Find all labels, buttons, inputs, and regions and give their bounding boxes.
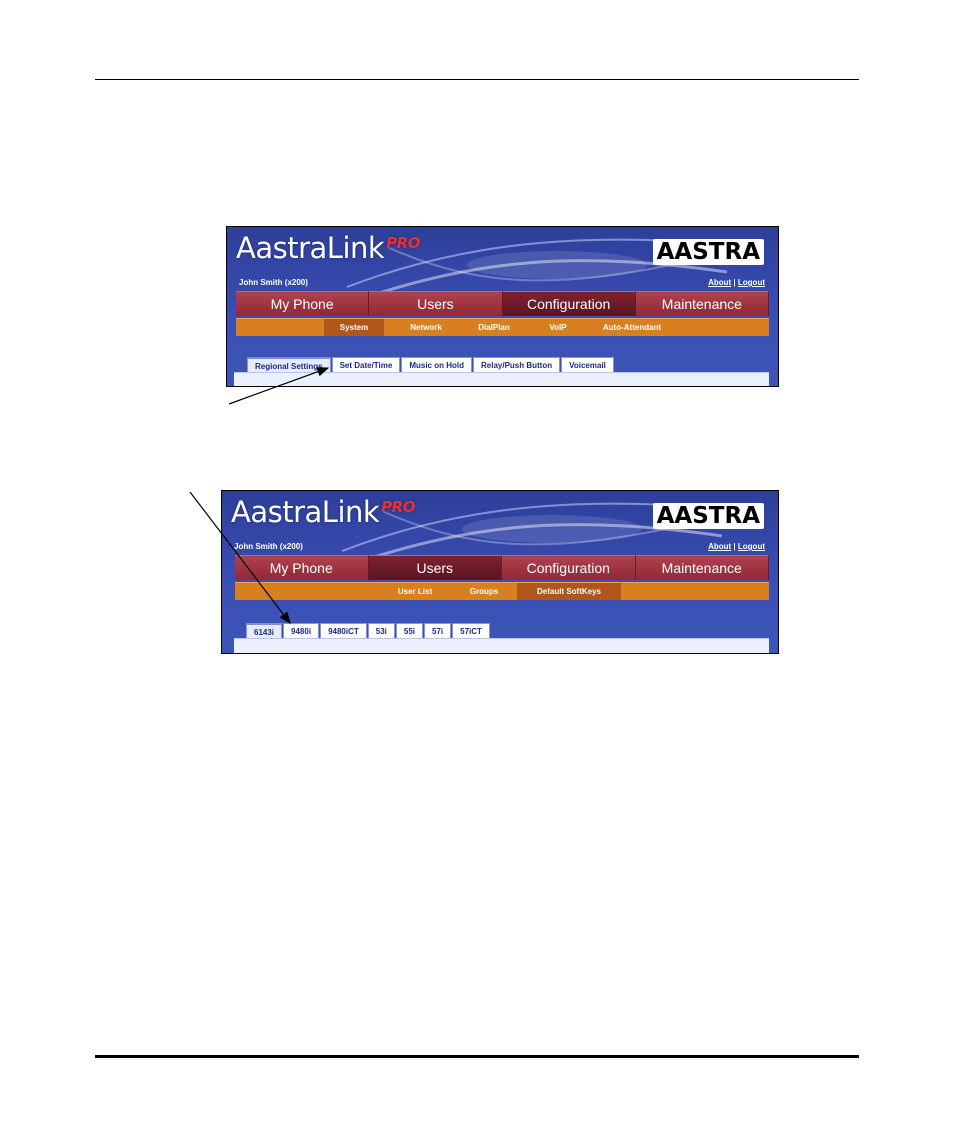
link-separator: |	[733, 278, 736, 287]
about-link[interactable]: About	[708, 542, 731, 551]
tab-my-phone[interactable]: My Phone	[236, 291, 370, 316]
subtab-network[interactable]: Network	[396, 319, 456, 336]
aastra-logo: AASTRA	[652, 239, 764, 265]
logout-link[interactable]: Logout	[738, 278, 765, 287]
subtab-groups[interactable]: Groups	[459, 583, 509, 600]
subtab-user-list[interactable]: User List	[385, 583, 445, 600]
subtab-system[interactable]: System	[324, 319, 384, 336]
page-tabs: Regional Settings Set Date/Time Music on…	[247, 357, 615, 374]
sub-nav: User List Groups Default SoftKeys	[235, 582, 769, 600]
logout-link[interactable]: Logout	[738, 542, 765, 551]
tab-53i[interactable]: 53i	[367, 623, 395, 639]
content-area	[234, 372, 769, 386]
screenshot-configuration-system: AastraLink PRO AASTRA John Smith (x200) A…	[226, 226, 779, 387]
main-nav: My Phone Users Configuration Maintenance	[235, 555, 769, 580]
main-nav: My Phone Users Configuration Maintenance	[236, 291, 769, 316]
subtab-dialplan[interactable]: DialPlan	[464, 319, 524, 336]
tab-maintenance[interactable]: Maintenance	[635, 555, 769, 580]
tab-set-date-time[interactable]: Set Date/Time	[331, 357, 401, 373]
tab-users[interactable]: Users	[369, 291, 503, 316]
subtab-auto-attendant[interactable]: Auto-Attendant	[594, 319, 670, 336]
tab-my-phone[interactable]: My Phone	[235, 555, 369, 580]
tab-9480ict[interactable]: 9480iCT	[320, 623, 367, 639]
footer-rule	[95, 1055, 859, 1058]
brand-logo: AastraLink PRO	[236, 231, 420, 265]
tab-voicemail[interactable]: Voicemail	[561, 357, 614, 373]
content-area	[234, 638, 769, 653]
tab-configuration[interactable]: Configuration	[502, 291, 636, 316]
tab-relay-push-button[interactable]: Relay/Push Button	[473, 357, 561, 373]
header-rule	[95, 79, 859, 80]
tab-57ict[interactable]: 57iCT	[452, 623, 490, 639]
user-label: John Smith (x200)	[239, 278, 308, 287]
screenshot-users-softkeys: AastraLink PRO AASTRA John Smith (x200) A…	[221, 490, 779, 654]
header-links: About | Logout	[708, 278, 765, 287]
subtab-voip[interactable]: VoIP	[532, 319, 584, 336]
subtab-default-softkeys[interactable]: Default SoftKeys	[517, 583, 621, 600]
sub-nav: System Network DialPlan VoIP Auto-Attend…	[236, 318, 769, 336]
tab-9480i[interactable]: 9480i	[283, 623, 320, 639]
tab-57i[interactable]: 57i	[424, 623, 452, 639]
link-separator: |	[733, 542, 736, 551]
tab-55i[interactable]: 55i	[395, 623, 423, 639]
about-link[interactable]: About	[708, 278, 731, 287]
page-tabs: 6143i 9480i 9480iCT 53i 55i 57i 57iCT	[246, 623, 491, 640]
aastra-logo: AASTRA	[652, 503, 764, 529]
tab-maintenance[interactable]: Maintenance	[635, 291, 769, 316]
tab-users[interactable]: Users	[368, 555, 502, 580]
tab-music-on-hold[interactable]: Music on Hold	[401, 357, 472, 373]
user-label: John Smith (x200)	[234, 542, 303, 551]
tab-configuration[interactable]: Configuration	[502, 555, 636, 580]
brand-logo: AastraLink PRO	[231, 495, 415, 529]
header-links: About | Logout	[708, 542, 765, 551]
